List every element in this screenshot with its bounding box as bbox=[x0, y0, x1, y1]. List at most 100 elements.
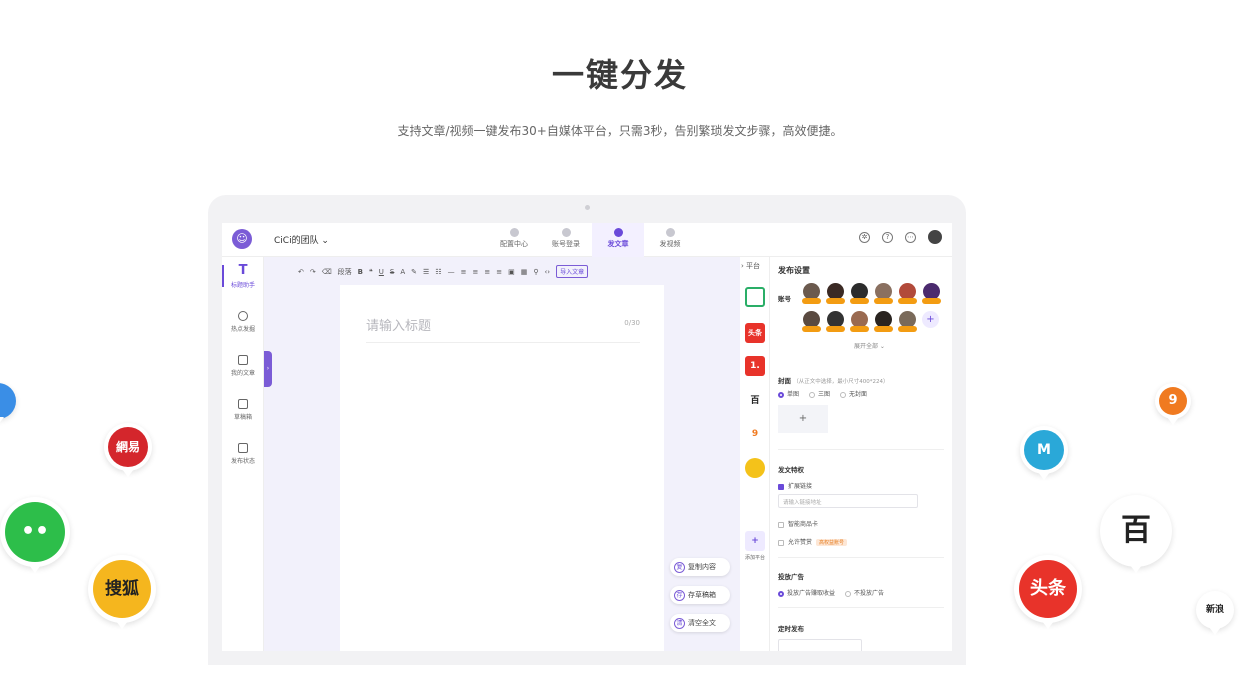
link-icon[interactable]: ⚲ bbox=[533, 268, 538, 276]
account-avatar[interactable] bbox=[898, 311, 917, 333]
table-icon[interactable]: ▦ bbox=[521, 268, 528, 276]
help-icon[interactable]: ? bbox=[882, 232, 893, 243]
account-avatar[interactable] bbox=[826, 283, 845, 305]
cover-option-single[interactable]: 单图 bbox=[778, 389, 799, 398]
smart-card-option[interactable]: 智能商品卡 bbox=[778, 519, 818, 528]
account-avatar[interactable] bbox=[802, 283, 821, 305]
button-label: 存草稿箱 bbox=[688, 591, 716, 599]
cover-upload-box[interactable]: + bbox=[778, 405, 828, 433]
account-avatar[interactable] bbox=[802, 311, 821, 333]
collapse-nav-handle[interactable]: › bbox=[264, 351, 272, 387]
nav-drafts[interactable]: 草稿箱 bbox=[222, 389, 264, 433]
nav-my-articles[interactable]: 我的文章 bbox=[222, 345, 264, 389]
tab-publish-video[interactable]: 发视频 bbox=[644, 223, 696, 257]
nav-publish-status[interactable]: 发布状态 bbox=[222, 433, 264, 477]
option-label: 智能商品卡 bbox=[788, 521, 819, 528]
import-article-button[interactable]: 导入文章 bbox=[556, 265, 589, 278]
add-account-button[interactable]: + bbox=[922, 311, 939, 328]
justify-icon[interactable]: ≡ bbox=[496, 268, 502, 276]
divider bbox=[778, 449, 944, 450]
title-input[interactable]: 请输入标题 bbox=[366, 315, 431, 334]
tab-publish-article[interactable]: 发文章 bbox=[592, 223, 644, 257]
code-icon[interactable]: ‹› bbox=[544, 268, 550, 276]
checkbox-icon bbox=[778, 539, 784, 546]
blue-platform-bubble bbox=[0, 383, 16, 425]
account-avatar[interactable] bbox=[850, 283, 869, 305]
article-icon bbox=[613, 228, 623, 237]
link-input[interactable]: 请输入链接地址 bbox=[778, 494, 918, 508]
netease-bubble: 網易 bbox=[104, 423, 152, 477]
bullet-list-icon[interactable]: ☷ bbox=[435, 268, 441, 276]
wechat-icon: •• bbox=[5, 502, 65, 562]
paragraph-select[interactable]: 段落 bbox=[338, 267, 352, 277]
strikethrough-icon[interactable]: S bbox=[390, 268, 394, 276]
team-selector[interactable]: CiCi的团队 ⌄ bbox=[274, 233, 329, 246]
wechat-platform-icon[interactable] bbox=[745, 287, 765, 307]
account-avatar[interactable] bbox=[922, 283, 941, 305]
clear-icon: 清 bbox=[674, 617, 685, 629]
underline-icon[interactable]: U bbox=[379, 268, 384, 276]
add-platform-button[interactable]: + bbox=[745, 531, 765, 551]
app-screen: ☺ CiCi的团队 ⌄ 配置中心 账号登录 发文章 发视频 ✲ ? ⋯ T 标题助… bbox=[222, 223, 952, 651]
tab-account-login[interactable]: 账号登录 bbox=[540, 223, 592, 257]
sohu-bubble: 搜狐 bbox=[88, 555, 156, 629]
user-avatar[interactable] bbox=[928, 230, 942, 244]
nav-label: 我的文章 bbox=[230, 370, 255, 377]
cover-option-three[interactable]: 三图 bbox=[809, 389, 830, 398]
button-label: 清空全文 bbox=[688, 619, 716, 627]
platform-header[interactable]: › 平台 bbox=[741, 261, 760, 271]
undo-icon[interactable]: ↶ bbox=[298, 268, 304, 276]
align-right-icon[interactable]: ≡ bbox=[484, 268, 490, 276]
image-icon[interactable]: ▣ bbox=[508, 268, 515, 276]
editor-paper[interactable]: 请输入标题 0/30 bbox=[340, 285, 664, 651]
save-icon: 存 bbox=[674, 589, 685, 601]
qq-platform-icon[interactable] bbox=[745, 458, 765, 478]
uc-platform-icon[interactable]: 9 bbox=[745, 424, 765, 444]
yidian-platform-icon[interactable]: 1. bbox=[745, 356, 765, 376]
laptop-frame: ☺ CiCi的团队 ⌄ 配置中心 账号登录 发文章 发视频 ✲ ? ⋯ T 标题助… bbox=[208, 195, 966, 665]
highlight-icon[interactable]: ✎ bbox=[411, 268, 417, 276]
account-avatar[interactable] bbox=[874, 283, 893, 305]
account-avatar[interactable] bbox=[874, 311, 893, 333]
divider-icon[interactable]: — bbox=[448, 268, 455, 276]
nav-title-assistant[interactable]: T 标题助手 bbox=[222, 257, 264, 301]
ad-option-disable[interactable]: 不投放广告 bbox=[845, 588, 884, 597]
cover-option-none[interactable]: 无封面 bbox=[840, 389, 867, 398]
account-avatar[interactable] bbox=[826, 311, 845, 333]
clear-format-icon[interactable]: ⌫ bbox=[322, 268, 332, 276]
account-icon bbox=[561, 228, 571, 237]
ad-option-enable[interactable]: 投放广告赚取收益 bbox=[778, 588, 835, 597]
uc-bubble: 9 bbox=[1155, 383, 1191, 425]
app-logo-icon[interactable]: ☺ bbox=[232, 229, 252, 249]
schedule-input[interactable] bbox=[778, 639, 862, 651]
copy-content-button[interactable]: 复复制内容 bbox=[670, 558, 730, 576]
font-color-icon[interactable]: A bbox=[400, 268, 405, 276]
baijiahao-platform-icon[interactable]: 百 bbox=[745, 391, 765, 411]
message-icon[interactable]: ⋯ bbox=[905, 232, 916, 243]
bold-icon[interactable]: B bbox=[358, 268, 363, 276]
save-draft-button[interactable]: 存存草稿箱 bbox=[670, 586, 730, 604]
nav-hot-topics[interactable]: 热点发掘 bbox=[222, 301, 264, 345]
align-left-icon[interactable]: ≡ bbox=[461, 268, 467, 276]
toutiao-platform-icon[interactable]: 头条 bbox=[745, 323, 765, 343]
account-avatar[interactable] bbox=[850, 311, 869, 333]
schedule-label: 定时发布 bbox=[778, 625, 804, 633]
extend-link-option[interactable]: 扩展链接 bbox=[778, 481, 812, 490]
title-underline bbox=[366, 342, 640, 343]
align-center-icon[interactable]: ≡ bbox=[472, 268, 478, 276]
quote-icon[interactable]: ❝ bbox=[369, 268, 373, 276]
top-bar: ☺ CiCi的团队 ⌄ 配置中心 账号登录 发文章 发视频 ✲ ? ⋯ bbox=[222, 223, 952, 257]
redo-icon[interactable]: ↷ bbox=[310, 268, 316, 276]
option-label: 三图 bbox=[818, 391, 831, 398]
account-avatar[interactable] bbox=[898, 283, 917, 305]
expand-all-link[interactable]: 展开全部 ⌄ bbox=[854, 341, 885, 350]
option-label: 无封面 bbox=[849, 391, 868, 398]
tab-config[interactable]: 配置中心 bbox=[488, 223, 540, 257]
allow-tip-option[interactable]: 允许赞赏 高权益账号 bbox=[778, 537, 848, 546]
platform-strip: › 平台 头条 1. 百 9 + 添加平台 bbox=[740, 257, 770, 651]
ordered-list-icon[interactable]: ☰ bbox=[423, 268, 429, 276]
clear-all-button[interactable]: 清清空全文 bbox=[670, 614, 730, 632]
nav-label: 发布状态 bbox=[230, 458, 255, 465]
tip-badge: 高权益账号 bbox=[816, 539, 848, 546]
settings-icon[interactable]: ✲ bbox=[859, 232, 870, 243]
